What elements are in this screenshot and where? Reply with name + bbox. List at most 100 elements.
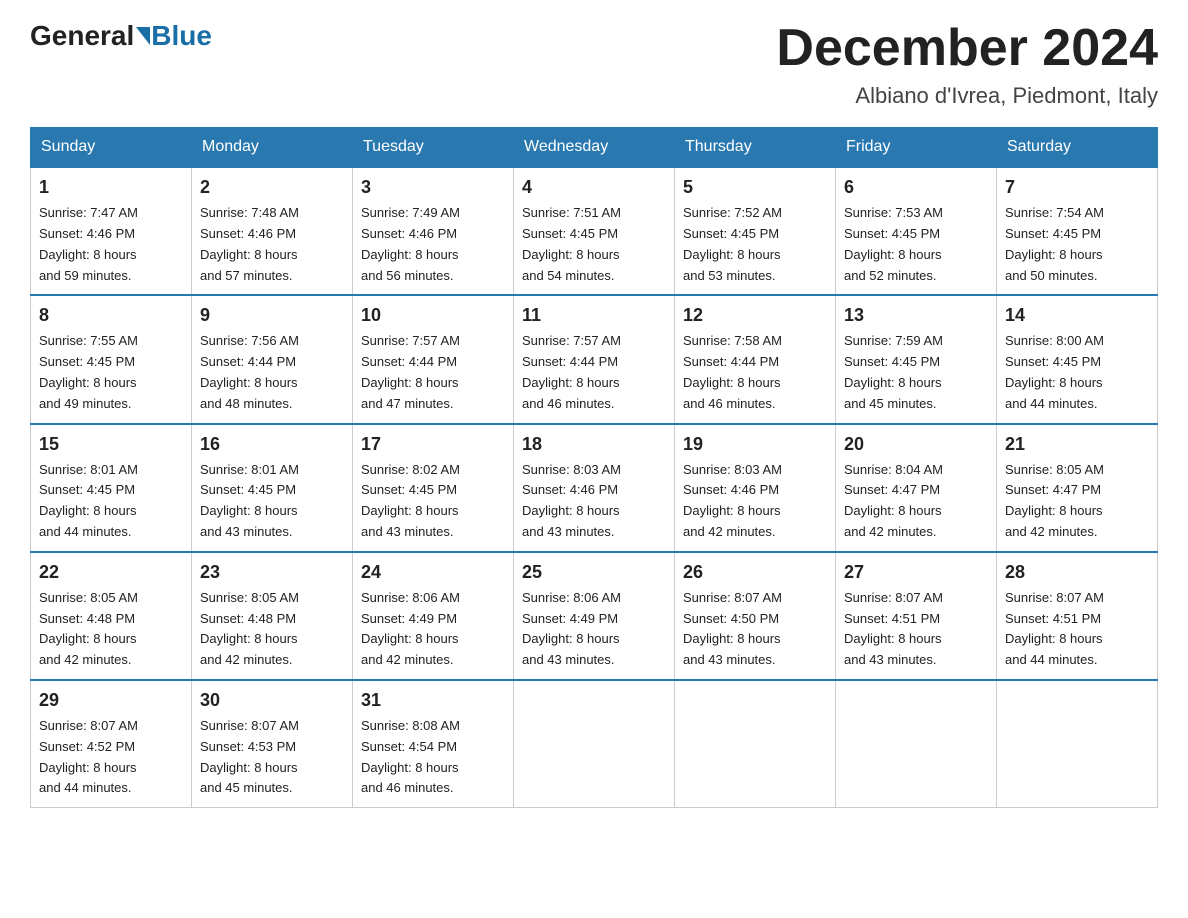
header-day-wednesday: Wednesday — [514, 128, 675, 168]
calendar-cell — [514, 680, 675, 808]
day-number: 14 — [1005, 302, 1149, 329]
day-info: Sunrise: 8:01 AMSunset: 4:45 PMDaylight:… — [200, 460, 344, 543]
logo-arrow-icon — [136, 27, 150, 45]
day-number: 18 — [522, 431, 666, 458]
day-info: Sunrise: 7:54 AMSunset: 4:45 PMDaylight:… — [1005, 203, 1149, 286]
day-number: 29 — [39, 687, 183, 714]
day-number: 30 — [200, 687, 344, 714]
day-number: 17 — [361, 431, 505, 458]
calendar-table: SundayMondayTuesdayWednesdayThursdayFrid… — [30, 127, 1158, 808]
calendar-cell: 29Sunrise: 8:07 AMSunset: 4:52 PMDayligh… — [31, 680, 192, 808]
calendar-cell: 14Sunrise: 8:00 AMSunset: 4:45 PMDayligh… — [997, 295, 1158, 423]
calendar-cell: 4Sunrise: 7:51 AMSunset: 4:45 PMDaylight… — [514, 167, 675, 295]
day-number: 15 — [39, 431, 183, 458]
day-number: 23 — [200, 559, 344, 586]
calendar-cell: 5Sunrise: 7:52 AMSunset: 4:45 PMDaylight… — [675, 167, 836, 295]
calendar-cell: 18Sunrise: 8:03 AMSunset: 4:46 PMDayligh… — [514, 424, 675, 552]
day-number: 8 — [39, 302, 183, 329]
calendar-cell: 22Sunrise: 8:05 AMSunset: 4:48 PMDayligh… — [31, 552, 192, 680]
week-row-3: 15Sunrise: 8:01 AMSunset: 4:45 PMDayligh… — [31, 424, 1158, 552]
day-number: 20 — [844, 431, 988, 458]
page-header: General Blue December 2024 Albiano d'Ivr… — [30, 20, 1158, 109]
calendar-cell: 31Sunrise: 8:08 AMSunset: 4:54 PMDayligh… — [353, 680, 514, 808]
day-info: Sunrise: 8:07 AMSunset: 4:53 PMDaylight:… — [200, 716, 344, 799]
day-info: Sunrise: 7:57 AMSunset: 4:44 PMDaylight:… — [361, 331, 505, 414]
header-day-saturday: Saturday — [997, 128, 1158, 168]
calendar-cell: 2Sunrise: 7:48 AMSunset: 4:46 PMDaylight… — [192, 167, 353, 295]
day-number: 31 — [361, 687, 505, 714]
day-number: 24 — [361, 559, 505, 586]
day-info: Sunrise: 8:07 AMSunset: 4:50 PMDaylight:… — [683, 588, 827, 671]
day-number: 2 — [200, 174, 344, 201]
week-row-4: 22Sunrise: 8:05 AMSunset: 4:48 PMDayligh… — [31, 552, 1158, 680]
day-info: Sunrise: 7:58 AMSunset: 4:44 PMDaylight:… — [683, 331, 827, 414]
day-info: Sunrise: 8:07 AMSunset: 4:51 PMDaylight:… — [844, 588, 988, 671]
calendar-cell: 1Sunrise: 7:47 AMSunset: 4:46 PMDaylight… — [31, 167, 192, 295]
calendar-cell: 6Sunrise: 7:53 AMSunset: 4:45 PMDaylight… — [836, 167, 997, 295]
week-row-2: 8Sunrise: 7:55 AMSunset: 4:45 PMDaylight… — [31, 295, 1158, 423]
day-info: Sunrise: 7:55 AMSunset: 4:45 PMDaylight:… — [39, 331, 183, 414]
header-row: SundayMondayTuesdayWednesdayThursdayFrid… — [31, 128, 1158, 168]
day-number: 16 — [200, 431, 344, 458]
calendar-cell: 13Sunrise: 7:59 AMSunset: 4:45 PMDayligh… — [836, 295, 997, 423]
header-day-friday: Friday — [836, 128, 997, 168]
day-number: 4 — [522, 174, 666, 201]
calendar-cell: 9Sunrise: 7:56 AMSunset: 4:44 PMDaylight… — [192, 295, 353, 423]
calendar-cell: 27Sunrise: 8:07 AMSunset: 4:51 PMDayligh… — [836, 552, 997, 680]
day-info: Sunrise: 8:00 AMSunset: 4:45 PMDaylight:… — [1005, 331, 1149, 414]
logo-general-text: General — [30, 20, 134, 52]
day-number: 22 — [39, 559, 183, 586]
week-row-5: 29Sunrise: 8:07 AMSunset: 4:52 PMDayligh… — [31, 680, 1158, 808]
day-info: Sunrise: 7:52 AMSunset: 4:45 PMDaylight:… — [683, 203, 827, 286]
calendar-cell: 20Sunrise: 8:04 AMSunset: 4:47 PMDayligh… — [836, 424, 997, 552]
day-info: Sunrise: 8:06 AMSunset: 4:49 PMDaylight:… — [522, 588, 666, 671]
day-info: Sunrise: 8:01 AMSunset: 4:45 PMDaylight:… — [39, 460, 183, 543]
logo: General Blue — [30, 20, 212, 52]
day-number: 19 — [683, 431, 827, 458]
day-info: Sunrise: 7:59 AMSunset: 4:45 PMDaylight:… — [844, 331, 988, 414]
header-day-sunday: Sunday — [31, 128, 192, 168]
day-info: Sunrise: 8:08 AMSunset: 4:54 PMDaylight:… — [361, 716, 505, 799]
calendar-cell: 23Sunrise: 8:05 AMSunset: 4:48 PMDayligh… — [192, 552, 353, 680]
title-section: December 2024 Albiano d'Ivrea, Piedmont,… — [776, 20, 1158, 109]
day-number: 3 — [361, 174, 505, 201]
day-info: Sunrise: 8:05 AMSunset: 4:48 PMDaylight:… — [200, 588, 344, 671]
day-info: Sunrise: 7:48 AMSunset: 4:46 PMDaylight:… — [200, 203, 344, 286]
calendar-cell: 11Sunrise: 7:57 AMSunset: 4:44 PMDayligh… — [514, 295, 675, 423]
calendar-cell: 30Sunrise: 8:07 AMSunset: 4:53 PMDayligh… — [192, 680, 353, 808]
day-number: 21 — [1005, 431, 1149, 458]
day-number: 26 — [683, 559, 827, 586]
day-number: 27 — [844, 559, 988, 586]
calendar-cell: 19Sunrise: 8:03 AMSunset: 4:46 PMDayligh… — [675, 424, 836, 552]
calendar-cell: 25Sunrise: 8:06 AMSunset: 4:49 PMDayligh… — [514, 552, 675, 680]
day-number: 28 — [1005, 559, 1149, 586]
day-info: Sunrise: 7:51 AMSunset: 4:45 PMDaylight:… — [522, 203, 666, 286]
day-number: 25 — [522, 559, 666, 586]
day-info: Sunrise: 7:47 AMSunset: 4:46 PMDaylight:… — [39, 203, 183, 286]
calendar-cell: 16Sunrise: 8:01 AMSunset: 4:45 PMDayligh… — [192, 424, 353, 552]
month-title: December 2024 — [776, 20, 1158, 77]
calendar-cell: 24Sunrise: 8:06 AMSunset: 4:49 PMDayligh… — [353, 552, 514, 680]
calendar-cell: 21Sunrise: 8:05 AMSunset: 4:47 PMDayligh… — [997, 424, 1158, 552]
day-info: Sunrise: 8:03 AMSunset: 4:46 PMDaylight:… — [683, 460, 827, 543]
header-day-monday: Monday — [192, 128, 353, 168]
calendar-cell: 26Sunrise: 8:07 AMSunset: 4:50 PMDayligh… — [675, 552, 836, 680]
day-number: 5 — [683, 174, 827, 201]
calendar-cell: 3Sunrise: 7:49 AMSunset: 4:46 PMDaylight… — [353, 167, 514, 295]
day-info: Sunrise: 8:04 AMSunset: 4:47 PMDaylight:… — [844, 460, 988, 543]
calendar-cell: 15Sunrise: 8:01 AMSunset: 4:45 PMDayligh… — [31, 424, 192, 552]
header-day-thursday: Thursday — [675, 128, 836, 168]
calendar-cell: 28Sunrise: 8:07 AMSunset: 4:51 PMDayligh… — [997, 552, 1158, 680]
header-day-tuesday: Tuesday — [353, 128, 514, 168]
day-info: Sunrise: 8:03 AMSunset: 4:46 PMDaylight:… — [522, 460, 666, 543]
day-number: 1 — [39, 174, 183, 201]
week-row-1: 1Sunrise: 7:47 AMSunset: 4:46 PMDaylight… — [31, 167, 1158, 295]
calendar-cell — [675, 680, 836, 808]
day-info: Sunrise: 8:05 AMSunset: 4:47 PMDaylight:… — [1005, 460, 1149, 543]
day-info: Sunrise: 7:49 AMSunset: 4:46 PMDaylight:… — [361, 203, 505, 286]
day-number: 12 — [683, 302, 827, 329]
calendar-cell — [997, 680, 1158, 808]
day-info: Sunrise: 8:05 AMSunset: 4:48 PMDaylight:… — [39, 588, 183, 671]
logo-blue-text: Blue — [151, 20, 212, 52]
day-info: Sunrise: 7:57 AMSunset: 4:44 PMDaylight:… — [522, 331, 666, 414]
